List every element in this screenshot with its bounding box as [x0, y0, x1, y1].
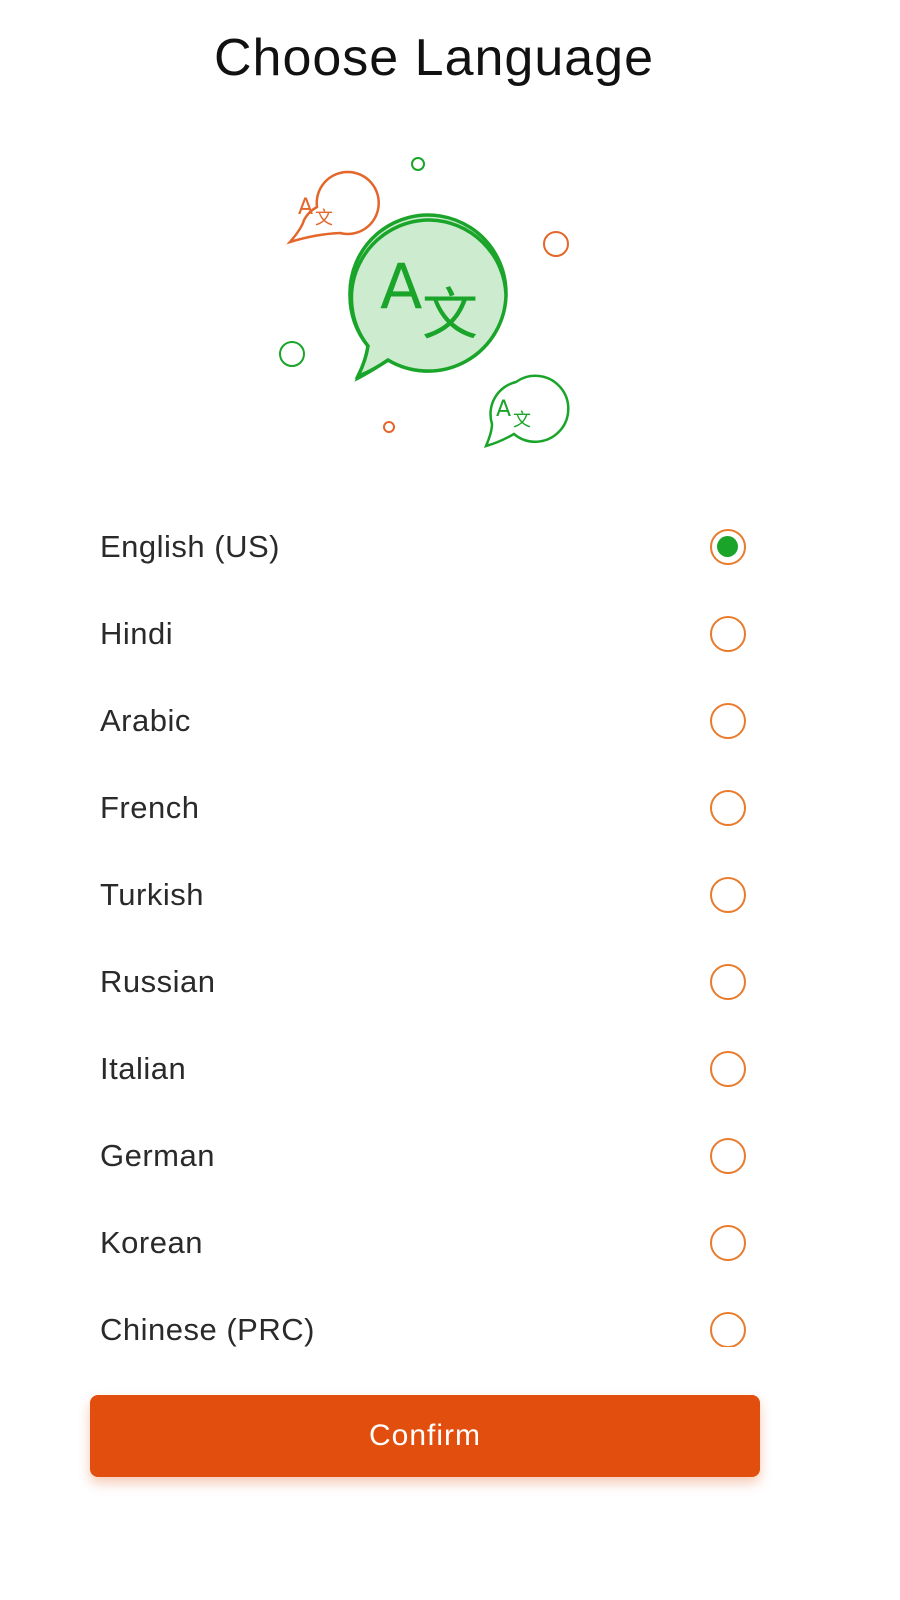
translate-illustration: A 文 A 文 A 文 [270, 150, 570, 450]
small-translate-bubble-icon: A 文 [483, 374, 570, 448]
language-option-german[interactable]: German [90, 1121, 770, 1191]
small-translate-bubble-icon: A 文 [286, 170, 380, 245]
language-option-english-us[interactable]: English (US) [90, 512, 770, 582]
language-label: French [100, 790, 200, 825]
radio-button[interactable] [710, 790, 746, 826]
language-option-italian[interactable]: Italian [90, 1034, 770, 1104]
language-label: Italian [100, 1051, 187, 1086]
language-label: English (US) [100, 529, 280, 564]
language-option-french[interactable]: French [90, 773, 770, 843]
radio-button[interactable] [710, 1138, 746, 1174]
language-label: Turkish [100, 877, 204, 912]
language-label: Korean [100, 1225, 203, 1260]
svg-text:文: 文 [513, 410, 531, 431]
svg-text:A: A [380, 250, 422, 323]
decor-circle-icon [411, 157, 425, 171]
main-translate-bubble-icon: A 文 [348, 213, 508, 382]
language-option-hindi[interactable]: Hindi [90, 599, 770, 669]
svg-text:文: 文 [315, 208, 333, 229]
translate-chat-icon: A 文 A 文 A 文 [279, 157, 570, 448]
decor-circle-icon [543, 231, 569, 257]
radio-button[interactable] [710, 1225, 746, 1261]
language-option-russian[interactable]: Russian [90, 947, 770, 1017]
radio-button[interactable] [710, 703, 746, 739]
language-label: German [100, 1138, 215, 1173]
language-label: Russian [100, 964, 216, 999]
svg-text:A: A [298, 195, 313, 220]
svg-text:文: 文 [422, 283, 478, 348]
language-label: Hindi [100, 616, 174, 651]
radio-button-selected[interactable] [710, 529, 746, 565]
language-option-korean[interactable]: Korean [90, 1208, 770, 1278]
svg-text:A: A [496, 397, 511, 422]
language-option-arabic[interactable]: Arabic [90, 686, 770, 756]
language-label: Arabic [100, 703, 191, 738]
language-label: Chinese (PRC) [100, 1312, 315, 1347]
language-option-chinese-prc[interactable]: Chinese (PRC) [90, 1295, 770, 1347]
radio-button[interactable] [710, 616, 746, 652]
radio-button[interactable] [710, 1312, 746, 1347]
radio-button[interactable] [710, 964, 746, 1000]
language-option-turkish[interactable]: Turkish [90, 860, 770, 930]
decor-circle-icon [279, 341, 305, 367]
radio-button[interactable] [710, 1051, 746, 1087]
language-list[interactable]: English (US) Hindi Arabic French Turkish… [0, 500, 900, 1347]
decor-circle-icon [383, 421, 395, 433]
radio-dot-icon [717, 536, 738, 557]
confirm-button[interactable]: Confirm [90, 1395, 760, 1477]
radio-button[interactable] [710, 877, 746, 913]
page-title: Choose Language [213, 29, 655, 87]
